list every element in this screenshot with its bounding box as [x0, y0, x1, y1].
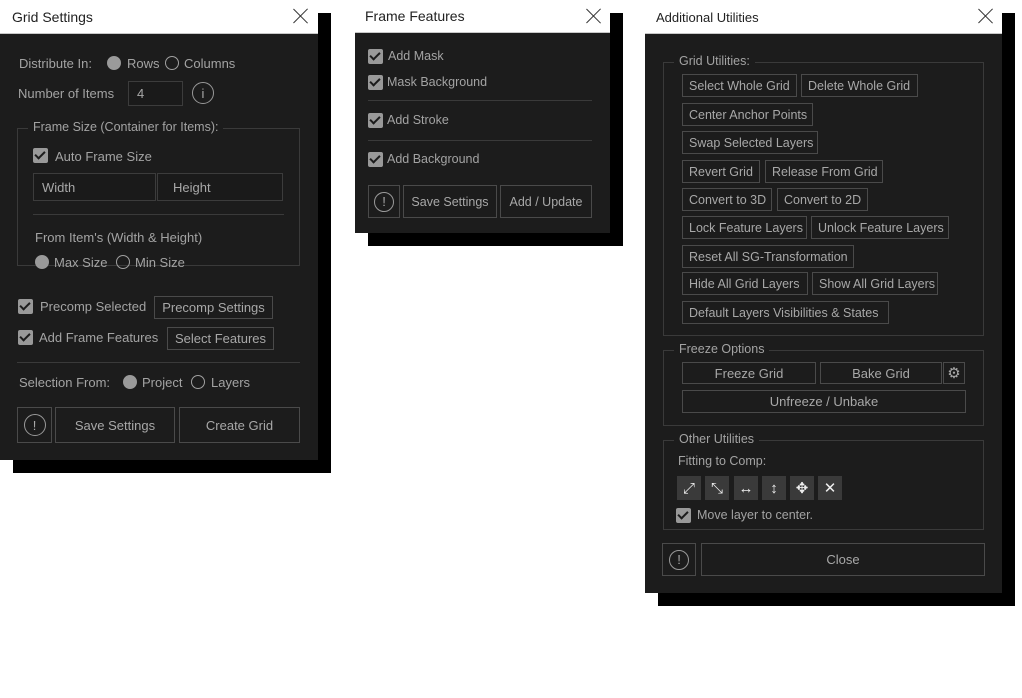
radio-max-size[interactable]	[35, 255, 49, 269]
divider	[17, 362, 300, 363]
radio-columns[interactable]	[165, 56, 179, 70]
radio-layers[interactable]	[191, 375, 205, 389]
convert-to-2d-button[interactable]: Convert to 2D	[777, 188, 868, 211]
auto-frame-size-label: Auto Frame Size	[55, 149, 152, 164]
fit-center-icon[interactable]: ✕	[818, 476, 842, 500]
add-update-button[interactable]: Add / Update	[500, 185, 592, 218]
help-icon: !	[23, 414, 46, 436]
radio-rows-label: Rows	[127, 56, 160, 71]
help-icon: !	[374, 191, 394, 212]
fit-height-icon[interactable]: ↕	[762, 476, 786, 500]
info-icon[interactable]: i	[192, 82, 214, 104]
delete-whole-grid-button[interactable]: Delete Whole Grid	[801, 74, 918, 97]
grid-settings-window: Grid Settings Distribute In: Rows Column…	[0, 0, 318, 460]
move-layer-center-label[interactable]: Move layer to center.	[697, 508, 813, 522]
title-bar: Frame Features	[355, 0, 610, 33]
title-bar: Grid Settings	[0, 0, 318, 34]
window-title: Additional Utilities	[656, 10, 759, 25]
fit-contract-icon[interactable]: ⤡	[705, 476, 729, 500]
radio-project-label: Project	[142, 375, 183, 390]
show-all-grid-layers-button[interactable]: Show All Grid Layers	[812, 272, 938, 295]
add-mask-label: Add Mask	[388, 49, 444, 63]
select-features-button[interactable]: Select Features	[167, 327, 274, 350]
hide-all-grid-layers-button[interactable]: Hide All Grid Layers	[682, 272, 808, 295]
add-background-checkbox[interactable]	[368, 152, 383, 167]
help-button[interactable]: !	[662, 543, 696, 576]
default-layers-visibilities-button[interactable]: Default Layers Visibilities & States	[682, 301, 889, 324]
close-icon[interactable]	[978, 8, 994, 24]
unfreeze-unbake-button[interactable]: Unfreeze / Unbake	[682, 390, 966, 413]
divider	[368, 100, 592, 101]
height-input[interactable]: Height	[157, 173, 283, 201]
precomp-settings-button[interactable]: Precomp Settings	[154, 296, 273, 319]
reset-sg-transformation-button[interactable]: Reset All SG-Transformation	[682, 245, 854, 268]
save-settings-button[interactable]: Save Settings	[403, 185, 497, 218]
radio-rows[interactable]	[107, 56, 121, 70]
auto-frame-size-checkbox[interactable]	[33, 148, 48, 163]
gear-icon[interactable]: ⚙	[943, 362, 965, 384]
window-title: Frame Features	[365, 8, 465, 24]
close-icon[interactable]	[586, 8, 602, 24]
add-stroke-label: Add Stroke	[387, 113, 449, 127]
group-label: Frame Size (Container for Items):	[28, 120, 224, 134]
add-frame-features-label: Add Frame Features	[39, 330, 159, 345]
distribute-label: Distribute In:	[19, 56, 92, 71]
radio-min-size-label: Min Size	[135, 255, 185, 270]
swap-selected-layers-button[interactable]: Swap Selected Layers	[682, 131, 818, 154]
mask-background-checkbox[interactable]	[368, 75, 383, 90]
selection-from-label: Selection From:	[19, 375, 111, 390]
divider	[33, 214, 284, 215]
center-anchor-points-button[interactable]: Center Anchor Points	[682, 103, 813, 126]
close-button[interactable]: Close	[701, 543, 985, 576]
fit-both-icon[interactable]: ✥	[790, 476, 814, 500]
number-of-items-label: Number of Items	[18, 86, 115, 101]
group-label: Freeze Options	[674, 342, 770, 356]
fit-expand-icon[interactable]: ⤢	[677, 476, 701, 500]
create-grid-button[interactable]: Create Grid	[179, 407, 300, 443]
radio-project[interactable]	[123, 375, 137, 389]
frame-features-window: Frame Features Add Mask Mask Background …	[355, 0, 610, 233]
add-mask-checkbox[interactable]	[368, 49, 383, 64]
number-of-items-input[interactable]: 4	[128, 81, 183, 106]
revert-grid-button[interactable]: Revert Grid	[682, 160, 760, 183]
unlock-feature-layers-button[interactable]: Unlock Feature Layers	[811, 216, 949, 239]
group-label: Other Utilities	[674, 432, 760, 446]
precomp-selected-label: Precomp Selected	[40, 299, 147, 314]
title-bar: Additional Utilities	[645, 0, 1002, 34]
help-button[interactable]: !	[368, 185, 400, 218]
additional-utilities-window: Additional Utilities Grid Utilities: Sel…	[645, 0, 1002, 593]
add-frame-features-checkbox[interactable]	[18, 330, 33, 345]
radio-max-size-label: Max Size	[54, 255, 108, 270]
fit-width-icon[interactable]: ↔	[734, 476, 758, 500]
fitting-to-comp-label: Fitting to Comp:	[678, 454, 767, 468]
divider	[368, 140, 592, 141]
freeze-grid-button[interactable]: Freeze Grid	[682, 362, 816, 384]
add-background-label: Add Background	[387, 152, 480, 166]
release-from-grid-button[interactable]: Release From Grid	[765, 160, 883, 183]
help-icon: !	[669, 549, 689, 570]
from-items-label: From Item's (Width & Height)	[35, 230, 203, 245]
radio-layers-label: Layers	[211, 375, 251, 390]
radio-min-size[interactable]	[116, 255, 130, 269]
group-label: Grid Utilities:	[674, 54, 755, 68]
window-title: Grid Settings	[12, 9, 93, 25]
help-button[interactable]: !	[17, 407, 52, 443]
save-settings-button[interactable]: Save Settings	[55, 407, 175, 443]
mask-background-label: Mask Background	[387, 75, 488, 89]
lock-feature-layers-button[interactable]: Lock Feature Layers	[682, 216, 807, 239]
move-layer-center-checkbox[interactable]	[676, 508, 691, 523]
precomp-selected-checkbox[interactable]	[18, 299, 33, 314]
radio-columns-label: Columns	[184, 56, 236, 71]
bake-grid-button[interactable]: Bake Grid	[820, 362, 942, 384]
convert-to-3d-button[interactable]: Convert to 3D	[682, 188, 772, 211]
close-icon[interactable]	[293, 8, 309, 24]
add-stroke-checkbox[interactable]	[368, 113, 383, 128]
width-input[interactable]: Width	[33, 173, 156, 201]
select-whole-grid-button[interactable]: Select Whole Grid	[682, 74, 797, 97]
